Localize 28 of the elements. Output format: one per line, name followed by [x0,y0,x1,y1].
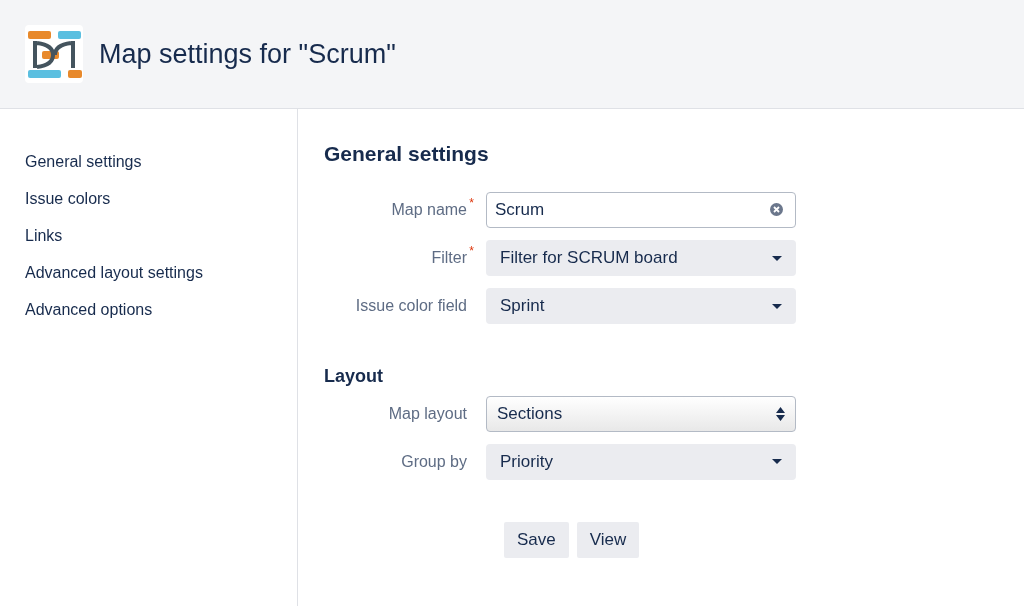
action-button[interactable]: View [576,521,640,558]
field-label: Map layout [388,404,467,422]
clear-icon[interactable] [770,203,783,217]
up-down-arrows-icon [776,406,785,421]
sidebar-link[interactable]: Links [25,217,272,254]
field-label: Filter [431,249,467,267]
sidebar-link[interactable]: Advanced layout settings [25,254,272,291]
section-heading: General settings [324,141,490,167]
action-button[interactable]: Save [504,521,569,558]
sidebar-link[interactable]: Advanced options [25,291,272,328]
sidebar-link[interactable]: Issue colors [25,180,272,217]
required-mark: * [469,195,474,213]
required-mark: * [469,243,474,261]
caret-icon [772,255,782,261]
field-label: Map name [391,201,467,219]
dropdown[interactable]: Priority [486,443,796,480]
sidebar-link[interactable]: General settings [25,143,272,180]
section-heading: Layout [324,366,384,388]
caret-icon [772,459,782,465]
caret-icon [772,303,782,309]
text-field[interactable]: Scrum [486,192,796,229]
app-logo [25,25,83,83]
field-label: Issue color field [355,297,467,315]
dropdown[interactable]: Sprint [486,288,796,325]
field-label: Group by [401,452,467,470]
select-field[interactable]: Sections [486,395,796,432]
page-title: Map settings for "Scrum" [99,37,396,71]
dropdown[interactable]: Filter for SCRUM board [486,240,796,277]
